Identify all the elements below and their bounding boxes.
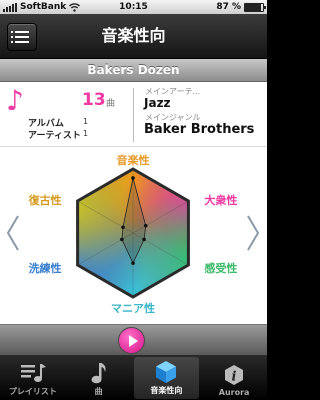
album-count: 1	[83, 117, 89, 126]
status-right: 87 %	[216, 0, 266, 14]
tab-songs[interactable]: 曲	[66, 355, 132, 400]
tab-aurora[interactable]: i Aurora	[201, 355, 267, 400]
info-icon: i	[225, 365, 244, 385]
cube-icon	[156, 361, 177, 383]
chevron-left-icon[interactable]	[6, 215, 20, 251]
axis-label-musicality: 音楽性	[116, 154, 150, 167]
battery-icon	[244, 2, 266, 12]
radar-data-point	[143, 223, 148, 228]
music-note-icon	[91, 363, 106, 384]
radar-data-point	[121, 225, 125, 230]
axis-label-sensitivity: 感受性	[204, 262, 238, 275]
tab-bar: プレイリスト 曲 音楽性向 i Aurora	[0, 355, 267, 400]
radar-data-point	[131, 261, 135, 265]
axis-label-mania: マニア性	[111, 302, 155, 315]
tab-playlist-label: プレイリスト	[8, 387, 57, 396]
song-count: 13	[82, 90, 106, 110]
player-bar	[0, 324, 267, 355]
artist-count-label: アーティスト	[28, 131, 81, 141]
svg-text:i: i	[232, 370, 237, 385]
tab-music-tendency-label: 音楽性向	[150, 386, 183, 395]
tab-music-tendency[interactable]: 音楽性向	[133, 357, 200, 399]
axis-label-retro: 復古性	[28, 194, 62, 207]
axis-label-popularity: 大衆性	[204, 194, 238, 207]
app-screen: SoftBank 10:15 87 % 音楽性向 Bakers Dozen ♪ …	[0, 0, 267, 400]
tab-aurora-label: Aurora	[218, 388, 250, 397]
info-divider	[133, 88, 134, 142]
main-genre: Baker Brothers	[144, 122, 255, 137]
chevron-right-icon[interactable]	[246, 215, 260, 251]
radar-data-point	[131, 176, 135, 180]
info-panel: ♪ 13 曲 アルバム 1 アーティスト 1 メインアーテ... Jazz メイ…	[0, 82, 267, 147]
radar-data-point	[120, 237, 124, 242]
axis-label-sophistication: 洗練性	[28, 262, 62, 275]
playlist-icon	[20, 364, 46, 382]
tab-songs-label: 曲	[94, 387, 103, 396]
signal-icon	[3, 2, 17, 12]
status-bar: SoftBank 10:15 87 %	[0, 0, 267, 14]
page-title: 音楽性向	[101, 26, 166, 45]
radar-data-point	[142, 237, 146, 242]
navigation-bar: 音楽性向	[0, 14, 267, 59]
radar-chart	[76, 167, 190, 299]
music-note-icon: ♪	[6, 84, 24, 117]
status-left: SoftBank	[0, 2, 81, 12]
battery-text: 87 %	[216, 2, 241, 12]
play-button[interactable]	[118, 327, 145, 354]
album-title: Bakers Dozen	[0, 59, 267, 82]
carrier-name: SoftBank	[20, 2, 67, 12]
main-artist: Jazz	[144, 96, 171, 110]
tab-playlist[interactable]: プレイリスト	[0, 355, 66, 400]
radar-chart-area: 音楽性 大衆性 感受性 マニア性 洗練性 復古性	[0, 147, 267, 324]
wifi-icon	[69, 2, 81, 12]
artist-count: 1	[83, 129, 89, 138]
song-unit: 曲	[106, 99, 116, 109]
